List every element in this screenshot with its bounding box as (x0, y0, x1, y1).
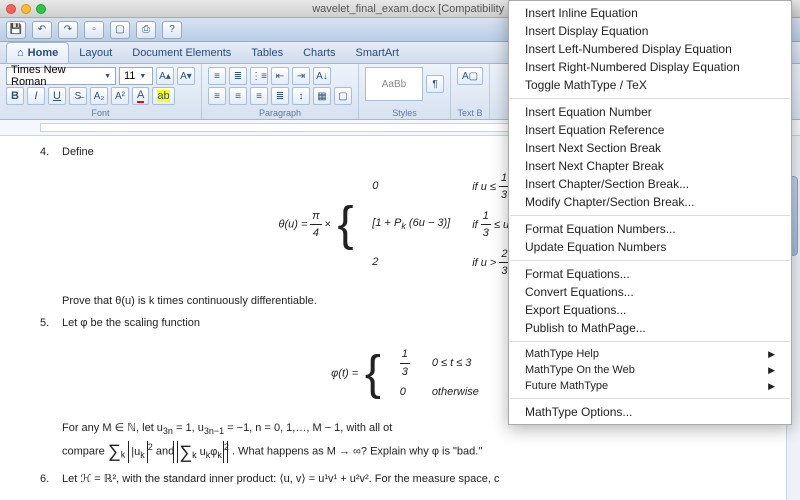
font-size-select[interactable]: 11▼ (119, 67, 153, 85)
menu-item[interactable]: Toggle MathType / TeX (509, 76, 791, 94)
redo-button[interactable]: ↷ (58, 21, 78, 39)
group-insert: A▢ Text B (451, 64, 490, 119)
menu-item[interactable]: Insert Next Chapter Break (509, 157, 791, 175)
text: Let ℋ = ℝ², with the standard inner prod… (62, 471, 760, 488)
styles-gallery[interactable]: AaBb (365, 67, 423, 101)
save-button[interactable]: 💾 (6, 21, 26, 39)
group-label: Font (6, 108, 195, 118)
chevron-right-icon: ▶ (768, 381, 775, 392)
multilevel-button[interactable]: ⋮≡ (250, 67, 268, 85)
new-button[interactable]: ▫ (84, 21, 104, 39)
menu-separator (510, 215, 790, 216)
menu-item-submenu[interactable]: MathType Help▶ (509, 346, 791, 362)
chevron-down-icon: ▼ (104, 73, 111, 80)
help-button[interactable]: ? (162, 21, 182, 39)
menu-separator (510, 398, 790, 399)
line-spacing-button[interactable]: ↕ (292, 87, 310, 105)
align-center-button[interactable]: ≡ (229, 87, 247, 105)
minimize-icon[interactable] (21, 4, 31, 14)
menu-item[interactable]: MathType Options... (509, 403, 791, 421)
menu-item-submenu[interactable]: MathType On the Web▶ (509, 362, 791, 378)
home-icon: ⌂ (17, 47, 24, 59)
menu-separator (510, 341, 790, 342)
tab-layout[interactable]: Layout (69, 43, 122, 63)
group-label: Text B (457, 108, 483, 118)
shrink-font-button[interactable]: A▾ (177, 67, 195, 85)
text: compare ∑k |uk2 and ∑k ukφk2 . What happ… (62, 438, 760, 465)
menu-item[interactable]: Insert Equation Number (509, 103, 791, 121)
group-font: Times New Roman▼ 11▼ A▴ A▾ B I U S̶ A₂ A… (0, 64, 202, 119)
font-name-select[interactable]: Times New Roman▼ (6, 67, 116, 85)
group-paragraph: ≡ ≣ ⋮≡ ⇤ ⇥ A↓ ≡ ≡ ≡ ≣ ↕ ▦ ▢ Paragraph (202, 64, 359, 119)
print-button[interactable]: ⎙ (136, 21, 156, 39)
chevron-right-icon: ▶ (768, 365, 775, 376)
borders-button[interactable]: ▢ (334, 87, 352, 105)
font-color-button[interactable]: A (132, 87, 149, 105)
align-left-button[interactable]: ≡ (208, 87, 226, 105)
textbox-button[interactable]: A▢ (457, 67, 483, 85)
indent-left-button[interactable]: ⇤ (271, 67, 289, 85)
menu-item[interactable]: Modify Chapter/Section Break... (509, 193, 791, 211)
italic-button[interactable]: I (27, 87, 45, 105)
justify-button[interactable]: ≣ (271, 87, 289, 105)
shading-button[interactable]: ▦ (313, 87, 331, 105)
menu-item-submenu[interactable]: Future MathType▶ (509, 378, 791, 394)
underline-button[interactable]: U (48, 87, 66, 105)
open-button[interactable]: ▢ (110, 21, 130, 39)
menu-item[interactable]: Format Equations... (509, 265, 791, 283)
close-icon[interactable] (6, 4, 16, 14)
group-label: Styles (365, 108, 444, 118)
group-styles: AaBb ¶ Styles (359, 64, 451, 119)
menu-item[interactable]: Export Equations... (509, 301, 791, 319)
align-right-button[interactable]: ≡ (250, 87, 268, 105)
bold-button[interactable]: B (6, 87, 24, 105)
mathtype-menu: Insert Inline Equation Insert Display Eq… (508, 0, 792, 425)
tab-tables[interactable]: Tables (241, 43, 293, 63)
menu-separator (510, 98, 790, 99)
highlight-button[interactable]: ab (152, 87, 174, 105)
bullets-button[interactable]: ≡ (208, 67, 226, 85)
undo-button[interactable]: ↶ (32, 21, 52, 39)
menu-item[interactable]: Convert Equations... (509, 283, 791, 301)
menu-item[interactable]: Update Equation Numbers (509, 238, 791, 256)
numbering-button[interactable]: ≣ (229, 67, 247, 85)
item-number: 5. (40, 315, 62, 465)
menu-item[interactable]: Insert Equation Reference (509, 121, 791, 139)
zoom-icon[interactable] (36, 4, 46, 14)
tab-home[interactable]: ⌂Home (6, 42, 69, 63)
indent-right-button[interactable]: ⇥ (292, 67, 310, 85)
superscript-button[interactable]: A² (111, 87, 129, 105)
sort-button[interactable]: A↓ (313, 67, 331, 85)
menu-item[interactable]: Insert Right-Numbered Display Equation (509, 58, 791, 76)
styles-pane-button[interactable]: ¶ (426, 75, 444, 93)
list-item: 6. Let ℋ = ℝ², with the standard inner p… (40, 471, 760, 488)
item-number: 6. (40, 471, 62, 488)
subscript-button[interactable]: A₂ (90, 87, 108, 105)
menu-item[interactable]: Insert Inline Equation (509, 4, 791, 22)
tab-charts[interactable]: Charts (293, 43, 345, 63)
menu-item[interactable]: Insert Next Section Break (509, 139, 791, 157)
tab-smartart[interactable]: SmartArt (346, 43, 409, 63)
menu-item[interactable]: Publish to MathPage... (509, 319, 791, 337)
traffic-lights (6, 4, 46, 14)
menu-item[interactable]: Format Equation Numbers... (509, 220, 791, 238)
chevron-down-icon: ▼ (139, 73, 146, 80)
menu-item[interactable]: Insert Left-Numbered Display Equation (509, 40, 791, 58)
chevron-right-icon: ▶ (768, 349, 775, 360)
menu-item[interactable]: Insert Display Equation (509, 22, 791, 40)
tab-document-elements[interactable]: Document Elements (122, 43, 241, 63)
group-label: Paragraph (208, 108, 352, 118)
menu-item[interactable]: Insert Chapter/Section Break... (509, 175, 791, 193)
item-number: 4. (40, 144, 62, 309)
grow-font-button[interactable]: A▴ (156, 67, 174, 85)
strike-button[interactable]: S̶ (69, 87, 87, 105)
menu-separator (510, 260, 790, 261)
